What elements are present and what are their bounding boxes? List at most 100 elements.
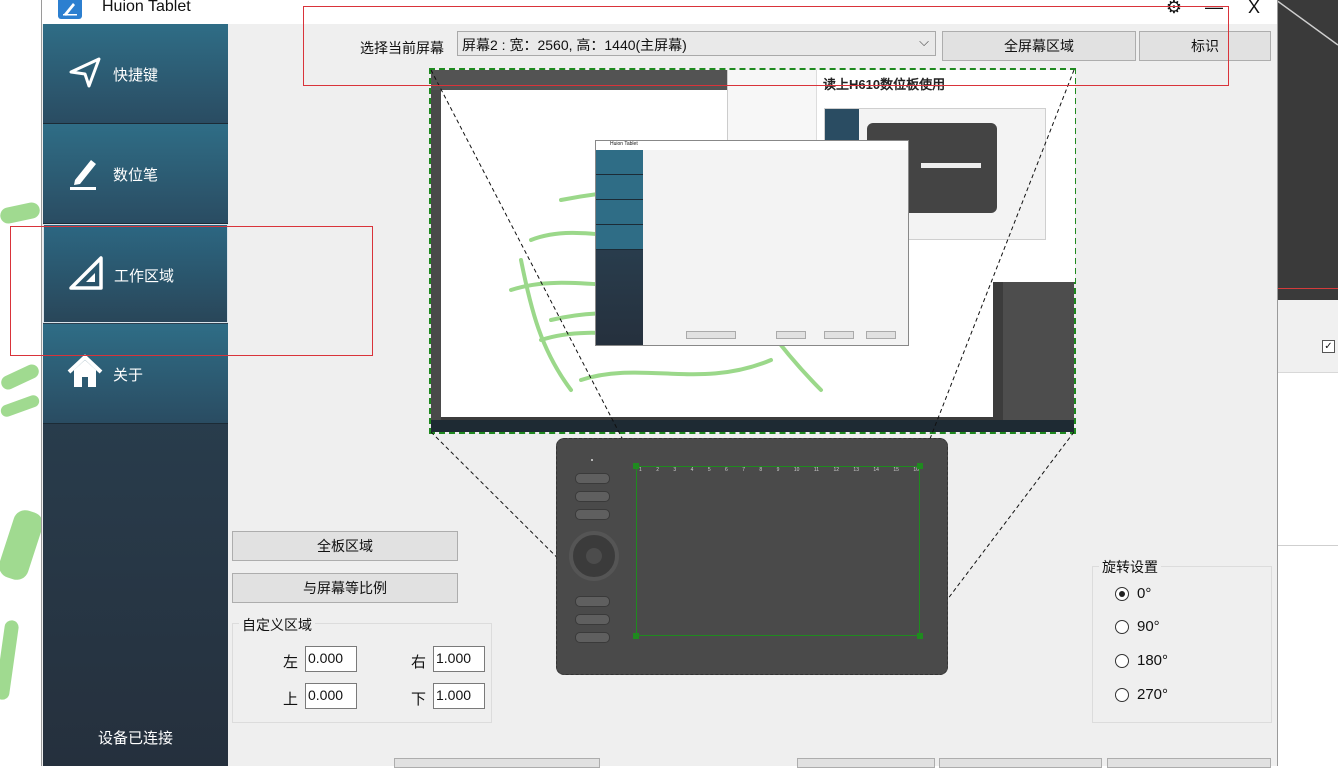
sidebar-item-about[interactable]: 关于 — [43, 324, 228, 424]
preview-taskbar — [431, 420, 1074, 432]
green-ink-stroke — [0, 393, 41, 419]
rotation-group: 旋转设置 0° 90° 180° 270° — [1092, 557, 1272, 723]
preview-inner-button — [686, 331, 736, 339]
tablet-dial-center — [586, 548, 602, 564]
preview-inner-item — [596, 200, 643, 225]
ruler-tick-label: 4 — [690, 467, 694, 473]
app-logo-icon — [58, 0, 82, 19]
left-field[interactable]: 0.000 — [305, 646, 357, 672]
minimize-button[interactable]: — — [1200, 0, 1228, 19]
title-bar: Huion Tablet ⚙ — X — [42, 0, 1277, 24]
preview-inner-button — [824, 331, 854, 339]
bottom-button[interactable] — [939, 758, 1102, 768]
area-handle-bottom-right[interactable] — [917, 633, 923, 639]
ruler-tick-label: 14 — [873, 467, 879, 473]
tablet-indicator-light — [591, 459, 593, 461]
tablet-graphic[interactable]: 1 2 3 4 5 6 7 8 9 10 11 12 13 14 15 16 — [556, 438, 948, 675]
sidebar-item-pen[interactable]: 数位笔 — [43, 124, 228, 224]
bottom-button[interactable] — [394, 758, 600, 768]
area-handle-top-left[interactable] — [633, 463, 639, 469]
huion-tablet-window: Huion Tablet ⚙ — X 快捷键 数位笔 工作区域 关于 设备已连接… — [41, 0, 1278, 768]
fullscreen-area-button[interactable]: 全屏幕区域 — [942, 31, 1136, 61]
pen-icon — [70, 160, 96, 190]
preview-inner-item — [596, 150, 643, 175]
ruler-tick-label: 9 — [776, 467, 780, 473]
bottom-button[interactable] — [797, 758, 935, 768]
identify-button[interactable]: 标识 — [1139, 31, 1271, 61]
right-label: 右 — [411, 654, 427, 671]
rotation-radio-90[interactable] — [1115, 620, 1129, 634]
bottom-label: 下 — [411, 691, 427, 708]
sidebar-item-work-area[interactable]: 工作区域 — [43, 224, 228, 323]
rotation-option-label: 0° — [1137, 585, 1152, 602]
ruler-tick-label: 12 — [833, 467, 839, 473]
tablet-express-key — [575, 596, 610, 607]
sidebar: 快捷键 数位笔 工作区域 关于 设备已连接 — [43, 24, 228, 766]
preview-layers-panel — [1003, 282, 1074, 420]
gear-icon[interactable]: ⚙ — [1160, 0, 1188, 19]
sidebar-item-shortcuts[interactable]: 快捷键 — [43, 24, 228, 124]
preview-inner-button — [776, 331, 806, 339]
set-square-icon — [69, 256, 103, 290]
rotation-option-label: 270° — [1137, 686, 1169, 703]
preview-inner-item — [596, 225, 643, 250]
rotation-title: 旋转设置 — [1099, 557, 1161, 577]
sidebar-item-label: 工作区域 — [114, 268, 175, 285]
preview-inner-titlebar: Huion Tablet — [596, 141, 908, 150]
preview-inner-title: Huion Tablet — [610, 141, 638, 147]
green-ink-stroke — [0, 362, 42, 392]
close-button[interactable]: X — [1240, 0, 1268, 19]
background-red-line — [1276, 288, 1338, 289]
checkbox-icon[interactable]: ✓ — [1322, 340, 1335, 353]
tablet-active-area[interactable] — [636, 466, 920, 636]
sidebar-item-label: 数位笔 — [113, 167, 159, 184]
preview-mini-bar — [921, 163, 981, 168]
green-ink-stroke — [0, 201, 42, 225]
bottom-field[interactable]: 1.000 — [433, 683, 485, 709]
ruler-tick-label: 6 — [725, 467, 728, 473]
background-app-panel: ✓ — [1276, 300, 1338, 546]
rotation-radio-180[interactable] — [1115, 654, 1129, 668]
custom-area-group: 自定义区域 左 0.000 右 1.000 上 0.000 下 1.000 — [232, 615, 492, 723]
area-handle-top-right[interactable] — [917, 463, 923, 469]
screen-preview[interactable]: 读上H610数位板使用 Huion Tablet — [429, 68, 1076, 434]
preview-inner-window: Huion Tablet — [595, 140, 909, 346]
ruler-tick-label: 5 — [707, 467, 711, 473]
rotation-radio-0[interactable] — [1115, 587, 1129, 601]
rotation-radio-270[interactable] — [1115, 688, 1129, 702]
preview-inner-button — [866, 331, 896, 339]
preview-heading: 读上H610数位板使用 — [823, 77, 946, 92]
tablet-ruler: 1 2 3 4 5 6 7 8 9 10 11 12 13 14 15 16 — [639, 467, 919, 475]
bottom-button[interactable] — [1107, 758, 1271, 768]
ruler-tick-label: 15 — [893, 467, 899, 473]
ruler-tick-label: 2 — [656, 467, 659, 473]
screen-select-dropdown[interactable]: 屏幕2 : 宽：2560, 高：1440(主屏幕) ⌵ — [457, 31, 936, 56]
proportional-area-button[interactable]: 与屏幕等比例 — [232, 573, 458, 603]
home-icon — [67, 354, 103, 387]
ruler-tick-label: 7 — [742, 467, 745, 473]
green-ink-stroke — [0, 619, 20, 701]
sidebar-item-label: 快捷键 — [113, 67, 159, 84]
preview-inner-item — [596, 175, 643, 200]
green-ink-stroke — [0, 507, 47, 583]
full-tablet-area-button[interactable]: 全板区域 — [232, 531, 458, 561]
left-label: 左 — [283, 654, 299, 671]
area-handle-bottom-left[interactable] — [633, 633, 639, 639]
sidebar-item-label: 关于 — [113, 367, 144, 384]
tablet-express-key — [575, 632, 610, 643]
screen-select-value: 屏幕2 : 宽：2560, 高：1440(主屏幕) — [462, 37, 687, 53]
ruler-tick-label: 13 — [853, 467, 859, 473]
ruler-tick-label: 8 — [759, 467, 763, 473]
tablet-express-key — [575, 509, 610, 520]
right-field[interactable]: 1.000 — [433, 646, 485, 672]
tablet-express-key — [575, 473, 610, 484]
ruler-tick-label: 1 — [639, 467, 642, 473]
chevron-down-icon: ⌵ — [919, 34, 929, 49]
top-label: 上 — [283, 691, 299, 708]
top-field[interactable]: 0.000 — [305, 683, 357, 709]
background-panel-strip — [1276, 300, 1338, 373]
ruler-tick-label: 3 — [673, 467, 677, 473]
tablet-express-key — [575, 491, 610, 502]
rotation-option-label: 90° — [1137, 618, 1160, 635]
background-app-dark-panel — [1276, 0, 1338, 300]
